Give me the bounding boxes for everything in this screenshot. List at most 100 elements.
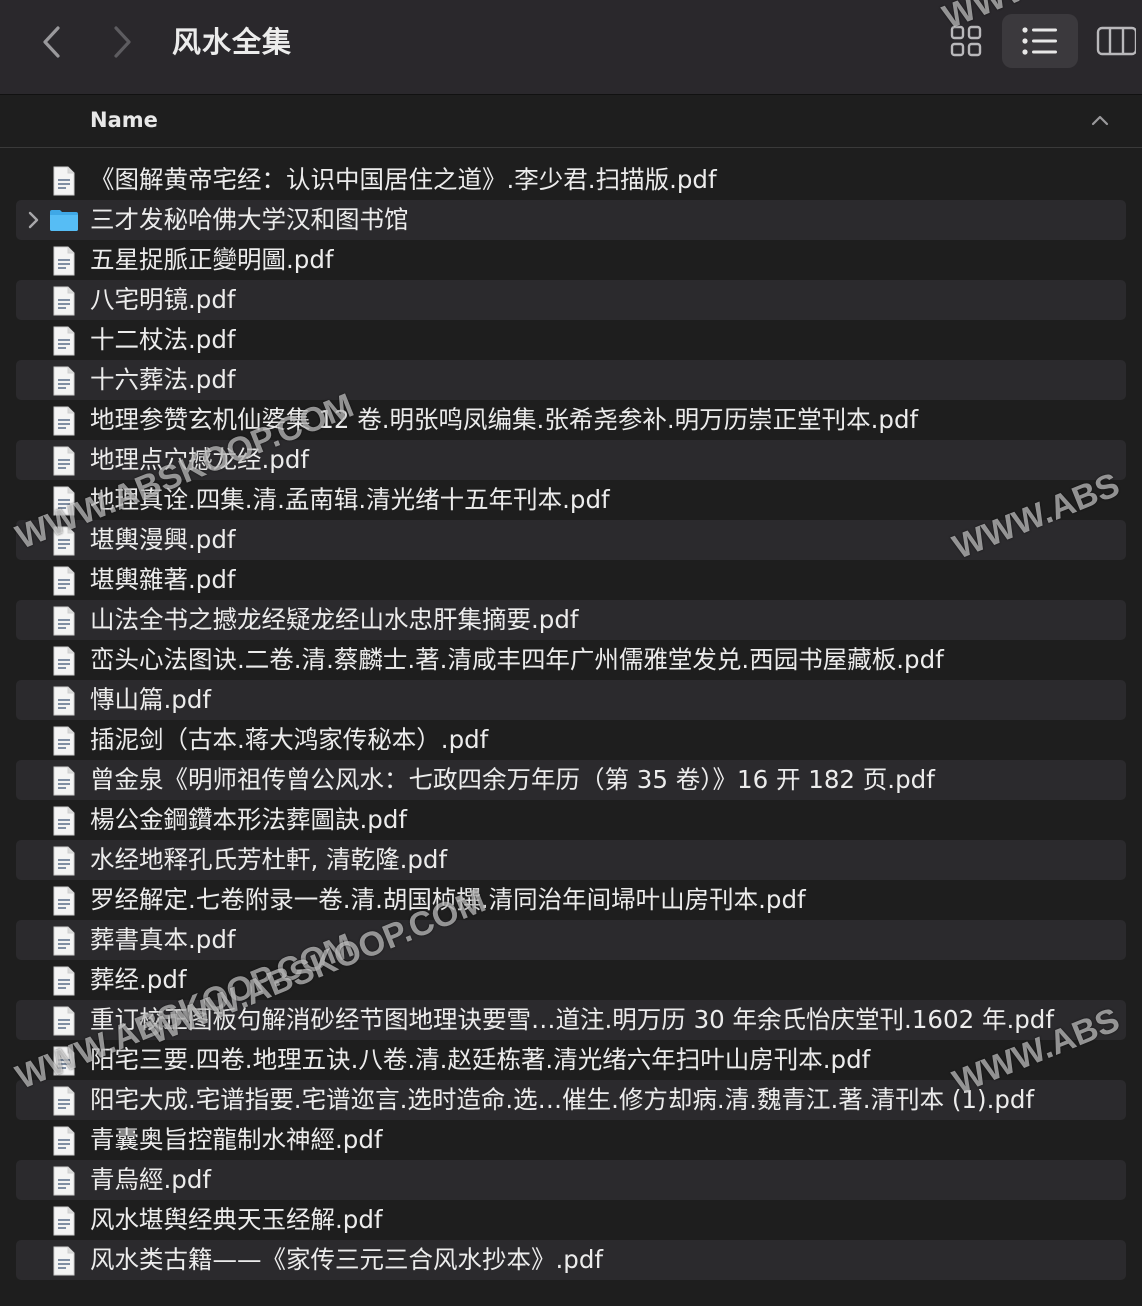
column-view-button[interactable] [1090,14,1142,68]
file-row[interactable]: 八宅明镜.pdf [16,280,1126,320]
folder-row[interactable]: 三才发秘哈佛大学汉和图书馆 [16,200,1126,240]
file-row[interactable]: 青囊奥旨控龍制水神經.pdf [16,1120,1126,1160]
file-name: 风水堪舆经典天玉经解.pdf [90,1205,383,1234]
file-row[interactable]: 地理参赞玄机仙婆集 12 卷.明张鸣凤编集.张希尧参补.明万历崇正堂刊本.pdf [16,400,1126,440]
pdf-file-icon [53,1206,75,1236]
file-row[interactable]: 水经地释孔氏芳杜軒, 清乾隆.pdf [16,840,1126,880]
pdf-file-icon [53,806,75,836]
finder-window: 风水全集 Name 《图解黄帝宅经：认识中国居住之道》.李少君.扫描版.pdf … [0,0,1142,1306]
file-row[interactable]: 地理点穴撼龙经.pdf [16,440,1126,480]
icon-view-button[interactable] [930,14,1002,68]
file-row[interactable]: 堪輿雜著.pdf [16,560,1126,600]
file-row[interactable]: 十六葬法.pdf [16,360,1126,400]
file-row[interactable]: 风水堪舆经典天玉经解.pdf [16,1200,1126,1240]
pdf-file-icon [53,1086,75,1116]
pdf-file-icon [53,726,75,756]
file-name: 地理点穴撼龙经.pdf [90,445,310,474]
pdf-file-icon [53,326,75,356]
pdf-file-icon [53,366,75,396]
file-name: 《图解黄帝宅经：认识中国居住之道》.李少君.扫描版.pdf [90,165,717,194]
pdf-file-icon [53,526,75,556]
file-name: 插泥剑（古本.蒋大鸿家传秘本）.pdf [90,725,489,754]
file-name: 重订校正图板句解消砂经节图地理诀要雪…道注.明万历 30 年余氏怡庆堂刊.160… [90,1005,1054,1034]
file-row[interactable]: 阳宅三要.四卷.地理五诀.八卷.清.赵廷栋著.清光绪六年扫叶山房刊本.pdf [16,1040,1126,1080]
pdf-file-icon [53,1006,75,1036]
column-view-icon [1096,26,1136,56]
pdf-file-icon [53,566,75,596]
file-row[interactable]: 五星捉脈正變明圖.pdf [16,240,1126,280]
pdf-file-icon [53,926,75,956]
file-name: 十六葬法.pdf [90,365,236,394]
file-row[interactable]: 山法全书之撼龙经疑龙经山水忠肝集摘要.pdf [16,600,1126,640]
grid-view-icon [950,25,982,57]
list-view-icon [1022,27,1057,55]
file-name: 山法全书之撼龙经疑龙经山水忠肝集摘要.pdf [90,605,579,634]
file-row[interactable]: 楊公金鋼鑽本形法葬圖訣.pdf [16,800,1126,840]
window-title: 风水全集 [172,25,293,59]
pdf-file-icon [53,406,75,436]
file-name: 地理参赞玄机仙婆集 12 卷.明张鸣凤编集.张希尧参补.明万历崇正堂刊本.pdf [90,405,919,434]
file-row[interactable]: 堪輿漫興.pdf [16,520,1126,560]
file-row[interactable]: 曾金泉《明师祖传曾公风水：七政四余万年历（第 35 卷）》16 开 182 页.… [16,760,1126,800]
file-row[interactable]: 地理真诠.四集.清.孟南辑.清光绪十五年刊本.pdf [16,480,1126,520]
file-name: 阳宅三要.四卷.地理五诀.八卷.清.赵廷栋著.清光绪六年扫叶山房刊本.pdf [90,1045,871,1074]
file-name: 楊公金鋼鑽本形法葬圖訣.pdf [90,805,408,834]
file-name: 曾金泉《明师祖传曾公风水：七政四余万年历（第 35 卷）》16 开 182 页.… [90,765,935,794]
file-row[interactable]: 慱山篇.pdf [16,680,1126,720]
pdf-file-icon [53,1166,75,1196]
file-name: 峦头心法图诀.二卷.清.蔡麟士.著.清咸丰四年广州儒雅堂发兑.西园书屋藏板.pd… [90,645,944,674]
folder-icon [50,210,78,231]
file-row[interactable]: 风水类古籍——《家传三元三合风水抄本》.pdf [16,1240,1126,1280]
file-name: 八宅明镜.pdf [90,285,236,314]
file-row[interactable]: 阳宅大成.宅谱指要.宅谱迩言.选时造命.选…催生.修方却病.清.魏青江.著.清刊… [16,1080,1126,1120]
file-row[interactable]: 《图解黄帝宅经：认识中国居住之道》.李少君.扫描版.pdf [16,160,1126,200]
pdf-file-icon [53,446,75,476]
file-name: 风水类古籍——《家传三元三合风水抄本》.pdf [90,1245,604,1274]
file-row[interactable]: 峦头心法图诀.二卷.清.蔡麟士.著.清咸丰四年广州儒雅堂发兑.西园书屋藏板.pd… [16,640,1126,680]
list-view-button[interactable] [1002,14,1078,68]
file-row[interactable]: 十二杖法.pdf [16,320,1126,360]
file-name: 葬書真本.pdf [90,925,236,954]
pdf-file-icon [53,486,75,516]
chevron-up-icon[interactable] [1088,109,1112,133]
file-row[interactable]: 青烏經.pdf [16,1160,1126,1200]
column-header: Name [0,95,1142,148]
toolbar: 风水全集 [0,0,1142,95]
file-name: 慱山篇.pdf [90,685,212,714]
pdf-file-icon [53,1126,75,1156]
pdf-file-icon [53,606,75,636]
chevron-right-icon [114,26,131,58]
name-column-header[interactable]: Name [90,95,158,147]
file-name: 地理真诠.四集.清.孟南辑.清光绪十五年刊本.pdf [90,485,610,514]
file-row[interactable]: 葬書真本.pdf [16,920,1126,960]
pdf-file-icon [53,166,75,196]
file-row[interactable]: 葬经.pdf [16,960,1126,1000]
pdf-file-icon [53,766,75,796]
file-name: 三才发秘哈佛大学汉和图书馆 [90,205,409,234]
file-name: 阳宅大成.宅谱指要.宅谱迩言.选时造命.选…催生.修方却病.清.魏青江.著.清刊… [90,1085,1035,1114]
pdf-file-icon [53,886,75,916]
back-button[interactable] [32,20,72,64]
file-list: 《图解黄帝宅经：认识中国居住之道》.李少君.扫描版.pdf 三才发秘哈佛大学汉和… [0,160,1142,1280]
file-row[interactable]: 重订校正图板句解消砂经节图地理诀要雪…道注.明万历 30 年余氏怡庆堂刊.160… [16,1000,1126,1040]
file-name: 青烏經.pdf [90,1165,212,1194]
file-row[interactable]: 罗经解定.七卷附录一卷.清.胡国桢撰.清同治年间埽叶山房刊本.pdf [16,880,1126,920]
file-name: 堪輿雜著.pdf [90,565,236,594]
pdf-file-icon [53,286,75,316]
forward-button[interactable] [102,20,142,64]
file-name: 堪輿漫興.pdf [90,525,236,554]
pdf-file-icon [53,966,75,996]
file-row[interactable]: 插泥剑（古本.蒋大鸿家传秘本）.pdf [16,720,1126,760]
pdf-file-icon [53,1046,75,1076]
pdf-file-icon [53,246,75,276]
pdf-file-icon [53,646,75,676]
pdf-file-icon [53,846,75,876]
file-name: 十二杖法.pdf [90,325,236,354]
file-name: 水经地释孔氏芳杜軒, 清乾隆.pdf [90,845,448,874]
disclosure-triangle-icon[interactable] [24,209,44,231]
file-name: 罗经解定.七卷附录一卷.清.胡国桢撰.清同治年间埽叶山房刊本.pdf [90,885,806,914]
pdf-file-icon [53,1246,75,1276]
chevron-left-icon [43,26,60,58]
file-name: 青囊奥旨控龍制水神經.pdf [90,1125,383,1154]
file-name: 葬经.pdf [90,965,187,994]
